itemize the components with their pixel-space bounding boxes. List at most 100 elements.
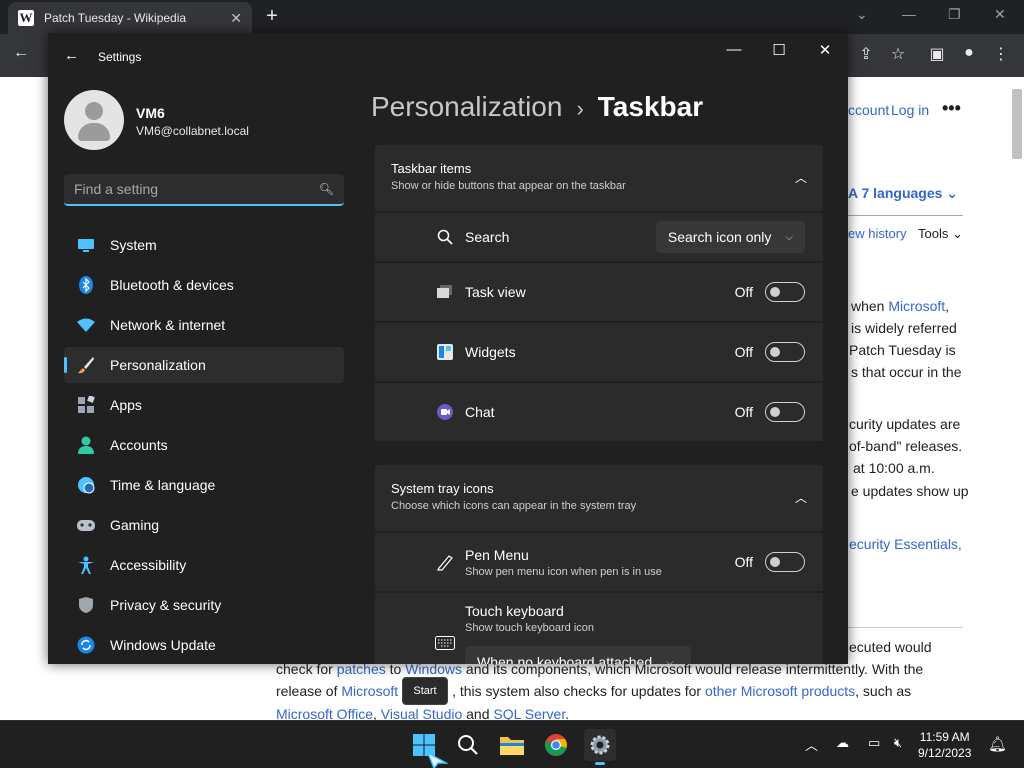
microsoft-link[interactable]: Microsoft <box>888 298 945 314</box>
more-options-icon[interactable]: ••• <box>942 97 961 119</box>
search-mode-dropdown[interactable]: Search icon only ⌵ <box>655 221 805 253</box>
view-history-link[interactable]: ew history <box>848 223 907 245</box>
task-view-toggle[interactable] <box>765 282 805 302</box>
setting-label: Task view <box>465 284 526 300</box>
article-line: is widely referred <box>851 320 957 336</box>
notifications-bell-icon[interactable]: 🔔︎ <box>988 735 1007 753</box>
profile-icon[interactable]: ● <box>958 44 980 62</box>
article-line: when Microsoft, <box>851 298 950 314</box>
widgets-toggle[interactable] <box>765 342 805 362</box>
share-icon[interactable]: ⇪ <box>855 44 877 64</box>
new-tab-button[interactable]: + <box>260 5 284 28</box>
side-panel-icon[interactable]: ▣ <box>926 44 948 64</box>
sidebar-item-time-language[interactable]: Time & language <box>64 467 344 503</box>
toggle-state-label: Off <box>734 284 753 300</box>
mouse-cursor-icon <box>426 751 448 768</box>
clock-time: 11:59 AM <box>919 730 970 744</box>
avatar[interactable] <box>64 90 124 150</box>
brush-icon <box>76 355 96 375</box>
sidebar-item-windows-update[interactable]: Windows Update <box>64 627 344 663</box>
setting-label: Touch keyboard <box>465 603 564 619</box>
article-line: Patch Tuesday is <box>849 342 956 358</box>
create-account-link[interactable]: ccount <box>848 99 889 121</box>
search-box[interactable]: 🔍︎ <box>64 174 344 206</box>
back-arrow-icon[interactable]: ← <box>64 47 79 64</box>
chevron-up-icon[interactable]: ︿ <box>795 489 807 506</box>
sidebar-item-label: Apps <box>110 397 142 413</box>
restore-icon[interactable]: ❐ <box>948 6 961 23</box>
chevron-up-icon[interactable]: ︿ <box>795 169 807 186</box>
close-icon[interactable]: ✕ <box>815 41 835 59</box>
clock-date: 9/12/2023 <box>918 746 972 760</box>
taskbar-search-button[interactable] <box>452 729 484 761</box>
sidebar-item-gaming[interactable]: Gaming <box>64 507 344 543</box>
sidebar-item-label: Windows Update <box>110 637 216 653</box>
search-icon[interactable]: 🔍︎ <box>319 182 334 196</box>
tab-close-icon[interactable]: ✕ <box>230 10 242 27</box>
divider <box>848 215 963 216</box>
network-icon[interactable]: ▭ <box>868 735 880 751</box>
sidebar-item-label: Privacy & security <box>110 597 222 613</box>
chrome-button[interactable] <box>540 729 572 761</box>
sidebar-item-bluetooth[interactable]: Bluetooth & devices <box>64 267 344 303</box>
section-subtitle: Choose which icons can appear in the sys… <box>391 500 637 512</box>
wikipedia-favicon-icon: W <box>18 10 34 26</box>
sidebar-item-privacy[interactable]: Privacy & security <box>64 587 344 623</box>
sidebar-item-label: System <box>110 237 157 253</box>
search-icon <box>458 735 478 755</box>
system-tray-header[interactable]: System tray icons Choose which icons can… <box>375 465 823 531</box>
login-link[interactable]: Log in <box>891 99 929 121</box>
settings-title: Settings <box>98 50 142 64</box>
setting-label: Pen Menu <box>465 546 529 563</box>
touch-keyboard-dropdown[interactable]: When no keyboard attached ⌵ <box>465 646 691 664</box>
user-email: VM6@collabnet.local <box>136 124 249 138</box>
page-title: Taskbar <box>597 91 704 122</box>
sidebar-item-network[interactable]: Network & internet <box>64 307 344 343</box>
sidebar-item-label: Accounts <box>110 437 168 453</box>
toggle-state-label: Off <box>734 404 753 420</box>
taskbar-items-header[interactable]: Taskbar items Show or hide buttons that … <box>375 145 823 211</box>
breadcrumb-parent[interactable]: Personalization <box>371 91 562 122</box>
touch-keyboard-row: Touch keyboard Show touch keyboard icon … <box>375 593 823 664</box>
breadcrumb: Personalization › Taskbar <box>371 91 703 123</box>
divider <box>848 627 963 628</box>
sidebar-item-accessibility[interactable]: Accessibility <box>64 547 344 583</box>
chat-toggle[interactable] <box>765 402 805 422</box>
bookmark-star-icon[interactable]: ☆ <box>887 44 909 64</box>
show-hidden-icons-chevron-icon[interactable]: ︿ <box>805 735 818 754</box>
minimize-icon[interactable]: — <box>724 41 744 58</box>
avatar-head-icon <box>85 102 103 120</box>
menu-icon[interactable]: ⋮ <box>990 44 1012 64</box>
maximize-icon[interactable]: ☐ <box>769 41 789 59</box>
breadcrumb-separator: › <box>576 96 584 121</box>
settings-taskbar-button[interactable] <box>584 729 616 765</box>
volume-muted-icon[interactable]: 🔇︎ <box>894 735 902 751</box>
sidebar-item-label: Network & internet <box>110 317 226 333</box>
sidebar-item-accounts[interactable]: Accounts <box>64 427 344 463</box>
close-window-icon[interactable]: ✕ <box>994 6 1006 23</box>
wifi-icon <box>76 315 96 335</box>
back-icon[interactable]: ← <box>10 44 32 62</box>
security-essentials-link[interactable]: ecurity Essentials, <box>849 533 962 555</box>
article-line: release of Microsoft , this system also … <box>276 683 912 699</box>
page-scrollbar[interactable] <box>1012 89 1022 159</box>
onedrive-cloud-icon[interactable]: ☁ <box>836 735 849 751</box>
tab-search-icon[interactable]: ⌄ <box>856 6 868 23</box>
file-explorer-button[interactable] <box>496 729 528 761</box>
browser-tabstrip: W Patch Tuesday - Wikipedia ✕ + ⌄ — ❐ ✕ <box>0 0 1024 34</box>
browser-tab[interactable]: W Patch Tuesday - Wikipedia ✕ <box>8 2 252 34</box>
chat-row: Chat Off <box>375 383 823 441</box>
folder-icon <box>500 737 524 755</box>
minimize-icon[interactable]: — <box>902 6 916 22</box>
pen-menu-row: Pen Menu Show pen menu icon when pen is … <box>375 533 823 591</box>
sidebar-item-system[interactable]: System <box>64 227 344 263</box>
pen-menu-toggle[interactable] <box>765 552 805 572</box>
toggle-state-label: Off <box>734 554 753 570</box>
sidebar-item-personalization[interactable]: Personalization <box>64 347 344 383</box>
clock[interactable]: 11:59 AM 9/12/2023 <box>918 729 971 761</box>
sidebar-item-apps[interactable]: Apps <box>64 387 344 423</box>
keyboard-icon <box>435 633 455 653</box>
tools-menu[interactable]: Tools ⌄ <box>918 223 963 245</box>
languages-button[interactable]: A 7 languages ⌄ <box>848 185 958 202</box>
search-input[interactable] <box>74 181 319 197</box>
